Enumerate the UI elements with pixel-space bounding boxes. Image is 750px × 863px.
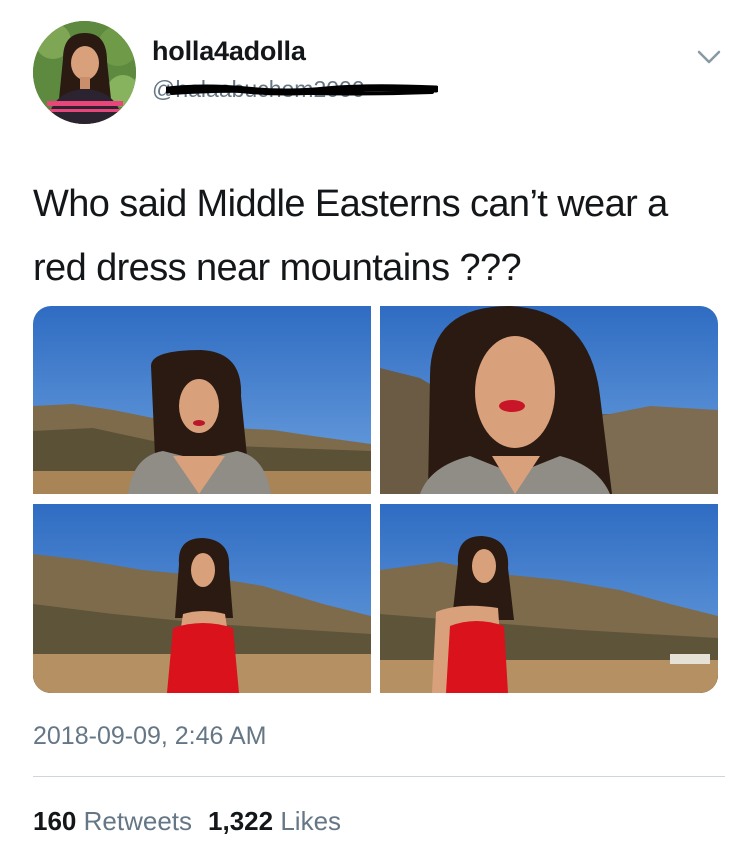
avatar[interactable]: [33, 21, 136, 124]
tweet-photo-3[interactable]: [33, 504, 371, 693]
likes-label: Likes: [280, 806, 342, 836]
divider: [33, 776, 725, 777]
tweet-stats: 160 Retweets 1,322 Likes: [33, 806, 341, 837]
tweet-text: Who said Middle Easterns can’t wear a re…: [33, 183, 668, 289]
retweets-count: 160: [33, 806, 77, 836]
tweet-photo-2[interactable]: [380, 306, 718, 494]
likes-stat[interactable]: 1,322 Likes: [208, 806, 341, 837]
display-name[interactable]: holla4adolla: [152, 36, 306, 67]
retweets-label: Retweets: [83, 806, 193, 836]
tweet-photo-4[interactable]: [380, 504, 718, 693]
photo-grid: [33, 306, 718, 693]
chevron-down-icon[interactable]: [696, 48, 722, 66]
redaction-scribble: [166, 84, 438, 96]
retweets-stat[interactable]: 160 Retweets: [33, 806, 192, 837]
likes-count: 1,322: [208, 806, 274, 836]
tweet-photo-1[interactable]: [33, 306, 371, 494]
tweet-timestamp[interactable]: 2018-09-09, 2:46 AM: [33, 722, 267, 751]
